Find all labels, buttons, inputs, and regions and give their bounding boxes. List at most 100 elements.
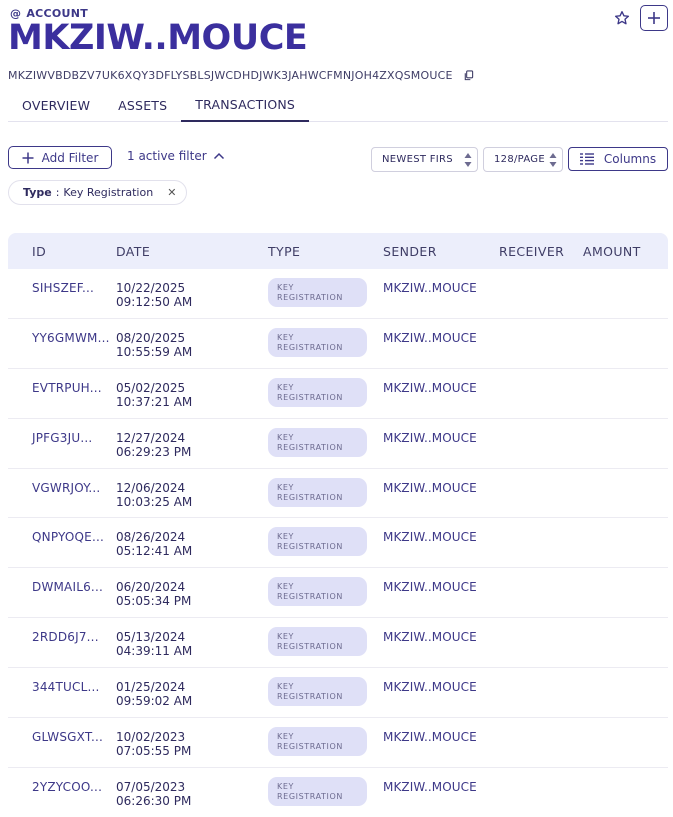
table-row[interactable]: 344TUCL... 01/25/2024 09:59:02 AM KEY REGIS… <box>8 668 668 719</box>
date-text: 06/20/2024 <box>116 580 186 595</box>
copy-icon[interactable] <box>463 69 475 82</box>
columns-icon <box>579 153 594 165</box>
sort-select-value: NEWEST FIRS <box>382 154 453 165</box>
tab-transactions[interactable]: TRANSACTIONS <box>181 89 310 122</box>
star-icon <box>614 11 630 25</box>
date-text: 08/20/2025 <box>116 330 186 345</box>
transaction-id-link[interactable]: 344TUCL... <box>32 680 100 694</box>
account-address: MKZIWVBDBZV7UK6XQY3DFLYSBLSJWCDHDJWK3JAH… <box>8 69 475 82</box>
table-row[interactable]: SIHSZEF... 10/22/2025 09:12:50 AM KEY REGIS… <box>8 269 668 319</box>
table-row[interactable]: QNPYOQE... 08/26/2024 05:12:41 AM KEY REGIS… <box>8 518 668 569</box>
table-row[interactable]: JPFG3JU... 12/27/2024 06:29:23 PM KEY REGIS… <box>8 419 668 469</box>
add-button[interactable] <box>640 5 668 31</box>
time-text: 10:03:25 AM <box>116 494 193 509</box>
transaction-id-link[interactable]: 2YZYCOO... <box>32 780 102 794</box>
transaction-id-link[interactable]: EVTRPUH... <box>32 381 102 395</box>
sender-link[interactable]: MKZIW..MOUCE <box>383 331 477 345</box>
sender-link[interactable]: MKZIW..MOUCE <box>383 780 477 794</box>
date-text: 10/22/2025 <box>116 281 186 295</box>
table-body: SIHSZEF... 10/22/2025 09:12:50 AM KEY REGIS… <box>8 269 668 817</box>
date-text: 01/25/2024 <box>116 680 186 695</box>
table-header: ID DATE TYPE SENDER RECEIVER AMOUNT <box>8 233 668 269</box>
sort-select[interactable]: NEWEST FIRS <box>371 147 478 172</box>
sender-link[interactable]: MKZIW..MOUCE <box>383 730 477 744</box>
column-header-amount[interactable]: AMOUNT <box>583 244 641 259</box>
time-text: 07:05:55 PM <box>116 744 192 759</box>
add-filter-button[interactable]: Add Filter <box>8 146 112 169</box>
sender-link[interactable]: MKZIW..MOUCE <box>383 281 477 295</box>
sender-link[interactable]: MKZIW..MOUCE <box>383 431 477 445</box>
transaction-id-link[interactable]: QNPYOQE... <box>32 530 104 544</box>
time-text: 04:39:11 AM <box>116 644 193 659</box>
column-header-receiver[interactable]: RECEIVER <box>499 244 564 259</box>
table-row[interactable]: 2YZYCOO... 07/05/2023 06:26:30 PM KEY REGIS… <box>8 768 668 817</box>
transaction-id-link[interactable]: 2RDD6J7... <box>32 630 99 644</box>
table-row[interactable]: YY6GMWM... 08/20/2025 10:55:59 AM KEY REGIS… <box>8 319 668 369</box>
tab-overview[interactable]: OVERVIEW <box>8 89 104 121</box>
transaction-date: 05/13/2024 04:39:11 AM <box>116 630 192 658</box>
transactions-table: ID DATE TYPE SENDER RECEIVER AMOUNT SIHS… <box>8 233 668 817</box>
filter-chip-key: Type <box>23 186 52 199</box>
sender-link[interactable]: MKZIW..MOUCE <box>383 381 477 395</box>
transaction-date: 12/06/2024 10:03:25 AM <box>116 481 192 509</box>
tab-assets[interactable]: ASSETS <box>104 89 181 121</box>
transaction-id-link[interactable]: SIHSZEF... <box>32 281 94 295</box>
transaction-date: 07/05/2023 06:26:30 PM <box>116 780 191 808</box>
type-badge: KEY REGISTRATION <box>268 677 367 707</box>
time-text: 05:05:34 PM <box>116 594 192 609</box>
page-size-value: 128/PAGE <box>494 154 545 165</box>
transaction-id-link[interactable]: VGWRJOY... <box>32 481 100 495</box>
table-row[interactable]: 2RDD6J7... 05/13/2024 04:39:11 AM KEY REGIS… <box>8 618 668 669</box>
transaction-date: 12/27/2024 06:29:23 PM <box>116 431 191 459</box>
type-badge: KEY REGISTRATION <box>268 377 367 407</box>
tab-bar: OVERVIEW ASSETS TRANSACTIONS <box>8 89 668 122</box>
transaction-date: 08/26/2024 05:12:41 AM <box>116 530 192 558</box>
transaction-id-link[interactable]: JPFG3JU... <box>32 431 92 445</box>
columns-button[interactable]: Columns <box>568 147 668 171</box>
sender-link[interactable]: MKZIW..MOUCE <box>383 530 477 544</box>
date-text: 08/26/2024 <box>116 530 186 545</box>
sender-link[interactable]: MKZIW..MOUCE <box>383 630 477 644</box>
filter-chip-separator: : <box>55 186 60 199</box>
column-header-date[interactable]: DATE <box>116 244 150 259</box>
column-header-id[interactable]: ID <box>32 244 46 259</box>
date-text: 12/06/2024 <box>116 480 186 495</box>
columns-label: Columns <box>603 152 657 166</box>
favorite-button[interactable] <box>612 8 632 28</box>
transaction-id-link[interactable]: YY6GMWM... <box>32 331 110 345</box>
transaction-date: 05/02/2025 10:37:21 AM <box>116 381 192 409</box>
sender-link[interactable]: MKZIW..MOUCE <box>383 481 477 495</box>
table-row[interactable]: DWMAIL6... 06/20/2024 05:05:34 PM KEY REGIS… <box>8 568 668 619</box>
transaction-date: 08/20/2025 10:55:59 AM <box>116 331 192 359</box>
address-text: MKZIWVBDBZV7UK6XQY3DFLYSBLSJWCDHDJWK3JAH… <box>8 69 453 82</box>
date-text: 07/05/2023 <box>116 779 186 794</box>
type-badge: KEY REGISTRATION <box>268 278 367 307</box>
column-header-type[interactable]: TYPE <box>268 244 300 259</box>
active-filter-label: 1 active filter <box>127 149 207 163</box>
table-row[interactable]: VGWRJOY... 12/06/2024 10:03:25 AM KEY REGIS… <box>8 469 668 519</box>
type-badge: KEY REGISTRATION <box>268 427 367 457</box>
table-row[interactable]: EVTRPUH... 05/02/2025 10:37:21 AM KEY REGIS… <box>8 369 668 419</box>
sender-link[interactable]: MKZIW..MOUCE <box>383 580 477 594</box>
transaction-id-link[interactable]: GLWSGXT... <box>32 730 103 744</box>
active-filter-toggle[interactable]: 1 active filter <box>127 149 225 163</box>
page-size-select[interactable]: 128/PAGE <box>483 147 563 172</box>
filter-chip-value: Key Registration <box>63 186 154 199</box>
type-badge: KEY REGISTRATION <box>268 527 367 557</box>
time-text: 06:29:23 PM <box>116 444 192 459</box>
sender-link[interactable]: MKZIW..MOUCE <box>383 680 477 694</box>
chevron-up-icon <box>213 152 224 160</box>
plus-icon <box>648 12 660 24</box>
date-text: 05/02/2025 <box>116 380 186 395</box>
time-text: 06:26:30 PM <box>116 793 192 808</box>
time-text: 05:12:41 AM <box>116 544 193 559</box>
column-header-sender[interactable]: SENDER <box>383 244 437 259</box>
type-badge: KEY REGISTRATION <box>268 727 367 757</box>
table-row[interactable]: GLWSGXT... 10/02/2023 07:05:55 PM KEY REGIS… <box>8 718 668 768</box>
filter-chip: Type : Key Registration ✕ <box>8 180 188 205</box>
type-badge: KEY REGISTRATION <box>268 327 367 357</box>
select-arrows-icon <box>464 152 472 168</box>
transaction-id-link[interactable]: DWMAIL6... <box>32 580 103 594</box>
close-icon[interactable]: ✕ <box>167 186 176 199</box>
select-arrows-icon <box>549 152 557 168</box>
